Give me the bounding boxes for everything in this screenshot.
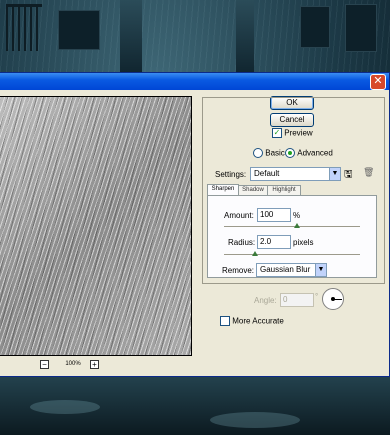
- chevron-down-icon: ▼: [315, 264, 326, 276]
- settings-dropdown[interactable]: Default ▼: [250, 167, 341, 181]
- remove-dropdown[interactable]: Gaussian Blur ▼: [256, 263, 327, 277]
- amount-field[interactable]: 100: [257, 208, 291, 222]
- more-accurate-checkbox[interactable]: [220, 316, 230, 326]
- zoom-level: 100%: [65, 361, 81, 367]
- building-pillar: [120, 0, 142, 72]
- tab-highlight[interactable]: Highlight: [267, 185, 301, 195]
- amount-unit: %: [293, 211, 301, 220]
- zoom-in-button[interactable]: +: [90, 360, 99, 369]
- remove-value: Gaussian Blur: [260, 265, 311, 274]
- angle-unit: °: [315, 292, 319, 301]
- radius-label: Radius:: [228, 238, 256, 247]
- amount-label: Amount:: [224, 211, 254, 220]
- trash-icon[interactable]: 🗑: [363, 167, 374, 178]
- angle-field: 0: [280, 293, 314, 307]
- dialog-title-bar[interactable]: ✕: [0, 73, 389, 90]
- radius-slider-track[interactable]: [224, 254, 360, 255]
- plus-icon: +: [92, 360, 97, 369]
- puddle-reflection: [210, 412, 300, 428]
- puddle-reflection: [30, 400, 100, 414]
- filter-preview-image[interactable]: [0, 96, 192, 356]
- chevron-down-icon: ▼: [329, 168, 340, 180]
- radius-field[interactable]: 2.0: [257, 235, 291, 249]
- settings-value: Default: [254, 169, 280, 178]
- building-pillar: [236, 0, 254, 72]
- balcony-railing: [6, 4, 42, 51]
- dial-hub: [331, 297, 335, 301]
- angle-dial: [322, 288, 344, 310]
- floppy-save-icon[interactable]: 🖫: [344, 167, 353, 184]
- more-accurate-toggle[interactable]: More Accurate: [220, 316, 284, 326]
- minus-icon: −: [42, 360, 47, 369]
- angle-label: Angle:: [254, 296, 277, 305]
- building-window: [300, 6, 330, 48]
- radius-slider-knob[interactable]: [252, 251, 258, 256]
- building-window: [345, 4, 377, 52]
- settings-label: Settings:: [215, 170, 247, 179]
- amount-slider-knob[interactable]: [294, 223, 300, 228]
- zoom-out-button[interactable]: −: [40, 360, 49, 369]
- radius-unit: pixels: [293, 238, 314, 247]
- close-icon: ✕: [373, 75, 383, 87]
- more-accurate-label: More Accurate: [232, 316, 284, 326]
- tab-shadow[interactable]: Shadow: [238, 185, 268, 195]
- remove-label: Remove:: [222, 266, 255, 275]
- amount-slider-track[interactable]: [224, 226, 360, 227]
- tab-sharpen[interactable]: Sharpen: [207, 184, 239, 195]
- building-window: [58, 10, 100, 50]
- close-button[interactable]: ✕: [370, 74, 386, 90]
